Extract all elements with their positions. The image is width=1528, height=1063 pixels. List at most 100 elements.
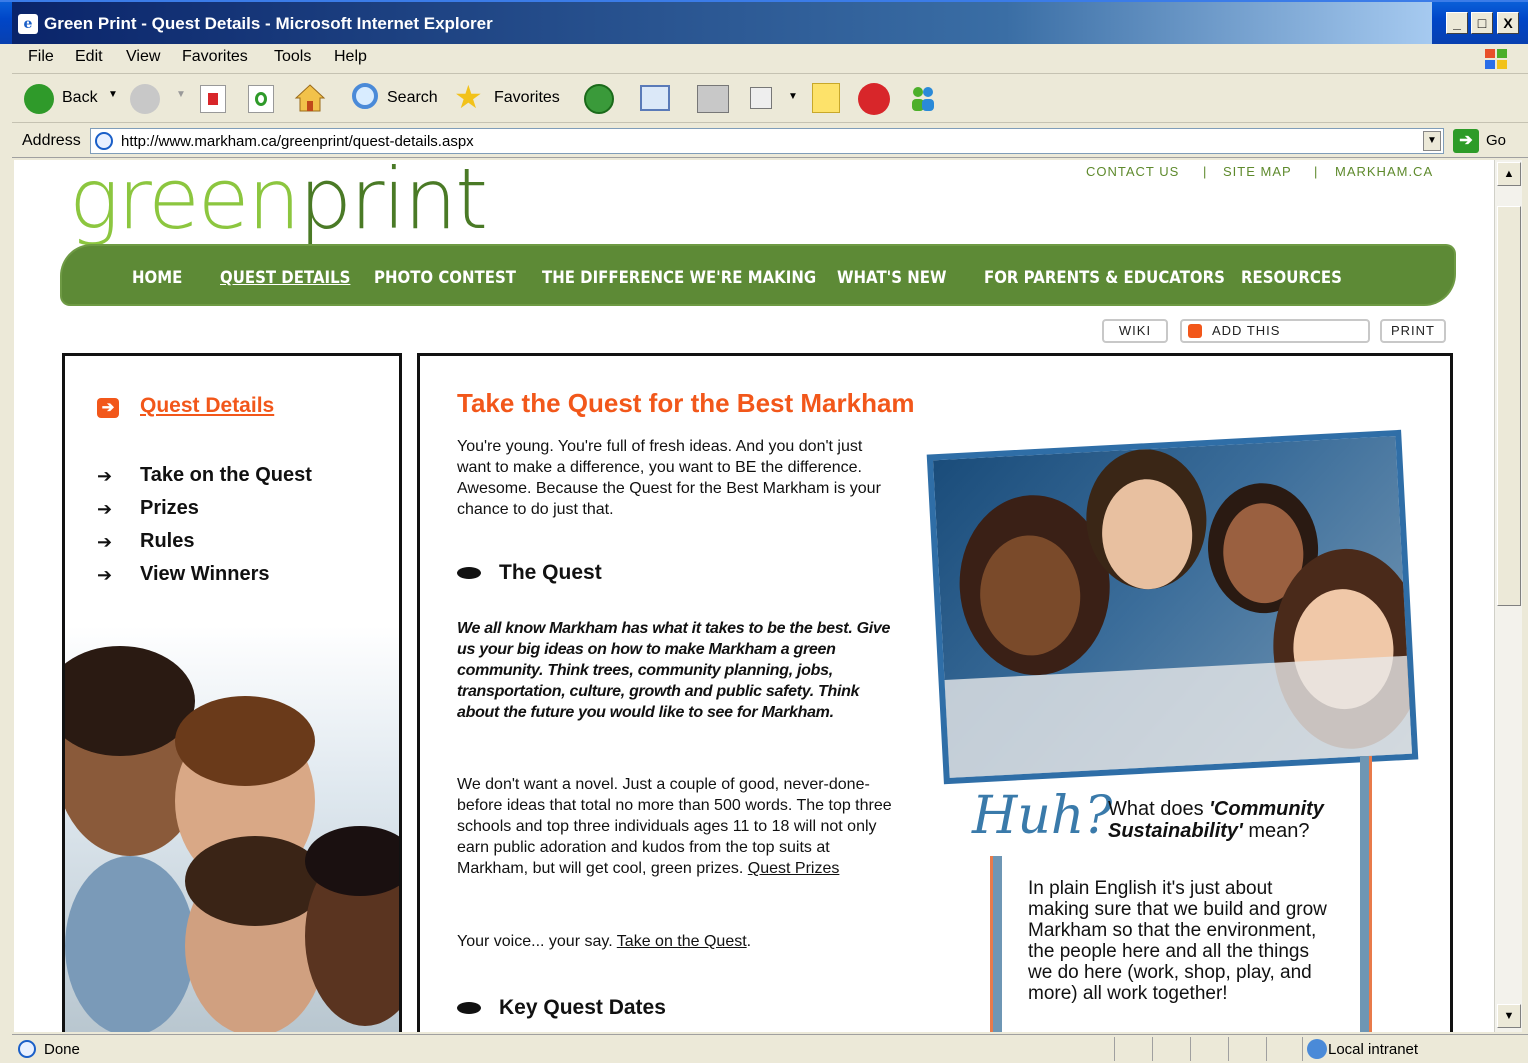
take-quest-link[interactable]: Take on the Quest [617,933,747,950]
history-icon[interactable] [584,84,614,114]
menu-help[interactable]: Help [334,48,367,66]
contact-us-link[interactable]: CONTACT US [1086,164,1179,179]
status-cell [1266,1037,1292,1061]
huh-q1: What does [1108,798,1210,820]
address-dropdown-icon[interactable]: ▼ [1423,131,1441,151]
scroll-up-icon[interactable]: ▲ [1497,162,1521,186]
intranet-icon [1307,1039,1327,1059]
forward-icon[interactable] [130,84,160,114]
voice-end: . [746,933,752,950]
scroll-thumb[interactable] [1497,206,1521,606]
page-done-icon [18,1040,36,1058]
back-icon[interactable] [24,84,54,114]
close-button[interactable]: X [1497,12,1519,34]
scroll-down-icon[interactable]: ▼ [1497,1004,1521,1028]
key-dates-heading-text: Key Quest Dates [499,996,666,1019]
favorites-button[interactable]: Favorites [494,89,560,107]
huh-question: What does 'Community Sustainability' mea… [1108,798,1368,842]
favorites-star-icon[interactable]: ★ [454,81,483,113]
edit-icon[interactable] [750,87,772,109]
title-bar: e Green Print - Quest Details - Microsof… [0,0,1528,46]
nav-difference[interactable]: THE DIFFERENCE WE'RE MAKING [542,268,816,288]
search-button[interactable]: Search [387,89,438,107]
back-dropdown-icon[interactable]: ▼ [108,89,118,100]
menu-favorites[interactable]: Favorites [182,48,248,66]
greenprint-logo[interactable]: greenprint [69,160,488,248]
arrow-icon: ➔ [97,532,113,552]
nav-resources[interactable]: RESOURCES [1241,268,1342,288]
nav-quest-details[interactable]: QUEST DETAILS [220,268,350,288]
quest-heading: The Quest [457,561,602,585]
intro-paragraph: You're young. You're full of fresh ideas… [457,438,881,518]
novel-paragraph: We don't want a novel. Just a couple of … [457,774,897,879]
sidebar: ➔ Quest Details ➔ Take on the Quest ➔ Pr… [62,353,402,1032]
nav-home[interactable]: HOME [132,268,182,288]
mail-icon[interactable] [640,85,670,111]
people-icon[interactable] [908,83,938,113]
go-button[interactable]: Go [1486,132,1506,149]
sustainability-note: In plain English it's just about making … [1028,878,1327,1004]
huh-q2: mean? [1242,820,1310,842]
kids-photo [65,626,399,1032]
add-this-label: ADD THIS [1212,323,1281,338]
menu-view[interactable]: View [126,48,160,66]
address-label: Address [22,132,81,149]
toolbar: Back ▼ ▼ Search ★ Favorites ▼ [12,75,1528,123]
nav-photo-contest[interactable]: PHOTO CONTEST [374,268,516,288]
decor-bar [990,856,1002,1032]
go-arrow-icon[interactable]: ➔ [1453,129,1479,153]
windows-logo-icon [1485,49,1507,69]
back-button[interactable]: Back [62,89,98,107]
students-photo [926,429,1419,785]
forward-dropdown-icon[interactable]: ▼ [176,89,186,100]
vertical-scrollbar[interactable]: ▲ ▼ [1494,160,1522,1032]
status-cell [1114,1037,1140,1061]
print-icon[interactable] [697,85,729,113]
sidebar-item-prizes[interactable]: Prizes [140,497,199,520]
print-page-button[interactable]: PRINT [1380,319,1446,343]
home-icon[interactable] [294,83,326,113]
menu-bar: File Edit View Favorites Tools Help [12,44,1528,74]
add-this-button[interactable]: ADD THIS [1180,319,1370,343]
arrow-icon: ➔ [97,466,113,486]
quest-bold-paragraph: We all know Markham has what it takes to… [457,620,891,721]
separator: | [1314,164,1319,179]
menu-file[interactable]: File [28,48,54,66]
page-icon [95,132,113,150]
add-this-icon [1188,324,1202,338]
messenger-icon[interactable] [858,83,890,115]
bullet-icon [457,1002,481,1015]
sidebar-item-take-quest[interactable]: Take on the Quest [140,464,312,487]
main-nav: HOME QUEST DETAILS PHOTO CONTEST THE DIF… [62,246,1454,304]
status-cell [1228,1037,1254,1061]
address-bar: Address http://www.markham.ca/greenprint… [12,124,1528,158]
search-icon[interactable] [352,83,378,109]
note-icon[interactable] [812,83,840,113]
sidebar-item-rules[interactable]: Rules [140,530,194,553]
markham-link[interactable]: MARKHAM.CA [1335,164,1433,179]
stop-icon[interactable] [200,85,226,113]
separator: | [1203,164,1208,179]
wiki-button[interactable]: WIKI [1102,319,1168,343]
arrow-icon: ➔ [97,565,113,585]
huh-graphic: Huh? [972,786,1113,846]
site-map-link[interactable]: SITE MAP [1223,164,1292,179]
menu-tools[interactable]: Tools [274,48,311,66]
maximize-button[interactable]: □ [1471,12,1493,34]
nav-whats-new[interactable]: WHAT'S NEW [837,268,946,288]
sidebar-item-view-winners[interactable]: View Winners [140,563,270,586]
address-url[interactable]: http://www.markham.ca/greenprint/quest-d… [121,133,474,150]
quest-prizes-link[interactable]: Quest Prizes [748,860,840,877]
menu-edit[interactable]: Edit [75,48,103,66]
nav-parents-educators[interactable]: FOR PARENTS & EDUCATORS [984,268,1225,288]
status-bar: Done Local intranet [12,1034,1528,1063]
window-title: Green Print - Quest Details - Microsoft … [44,14,493,33]
address-input[interactable]: http://www.markham.ca/greenprint/quest-d… [90,128,1444,154]
voice-paragraph: Your voice... your say. Take on the Ques… [457,931,897,952]
sidebar-heading-quest-details[interactable]: Quest Details [140,394,274,418]
edit-dropdown-icon[interactable]: ▼ [788,91,798,102]
minimize-button[interactable]: _ [1446,12,1468,34]
voice-text: Your voice... your say. [457,933,617,950]
ie-icon: e [18,14,38,34]
refresh-icon[interactable] [248,85,274,113]
